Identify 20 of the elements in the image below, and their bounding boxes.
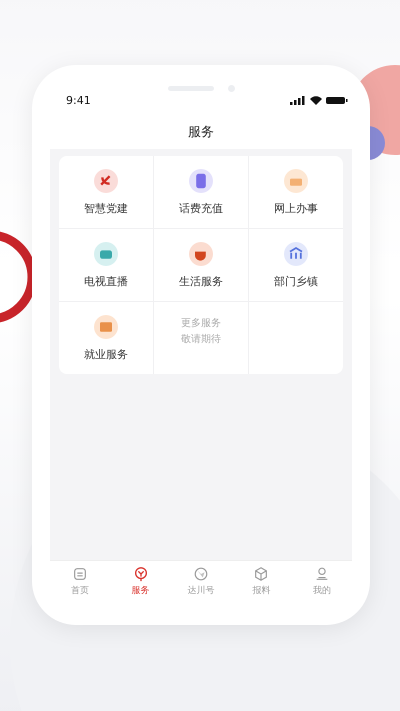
page-title: 服务 — [187, 124, 215, 142]
phone-icon — [189, 168, 213, 192]
services-icon — [132, 566, 149, 582]
cube-icon — [253, 566, 270, 582]
status-indicators-icon — [290, 95, 348, 105]
coming-soon-text: 更多服务 — [181, 317, 221, 331]
service-item[interactable]: 就业服务 — [59, 302, 153, 374]
service-item[interactable]: 部门乡镇 — [249, 229, 343, 301]
service-item[interactable]: 智慧党建 — [59, 156, 153, 228]
tv-icon — [94, 242, 118, 266]
service-item[interactable]: 网上办事 — [249, 156, 343, 228]
status-time: 9:41 — [66, 94, 91, 106]
service-item[interactable]: 生活服务 — [154, 229, 248, 301]
service-item[interactable]: 话费充值 — [154, 156, 248, 228]
service-item[interactable]: 电视直播 — [59, 229, 153, 301]
coming-soon-text: 敬请期待 — [181, 332, 221, 347]
person-icon — [314, 566, 330, 582]
building-icon — [284, 242, 308, 266]
tab[interactable]: 服务 — [110, 561, 171, 601]
home-icon — [72, 566, 88, 582]
